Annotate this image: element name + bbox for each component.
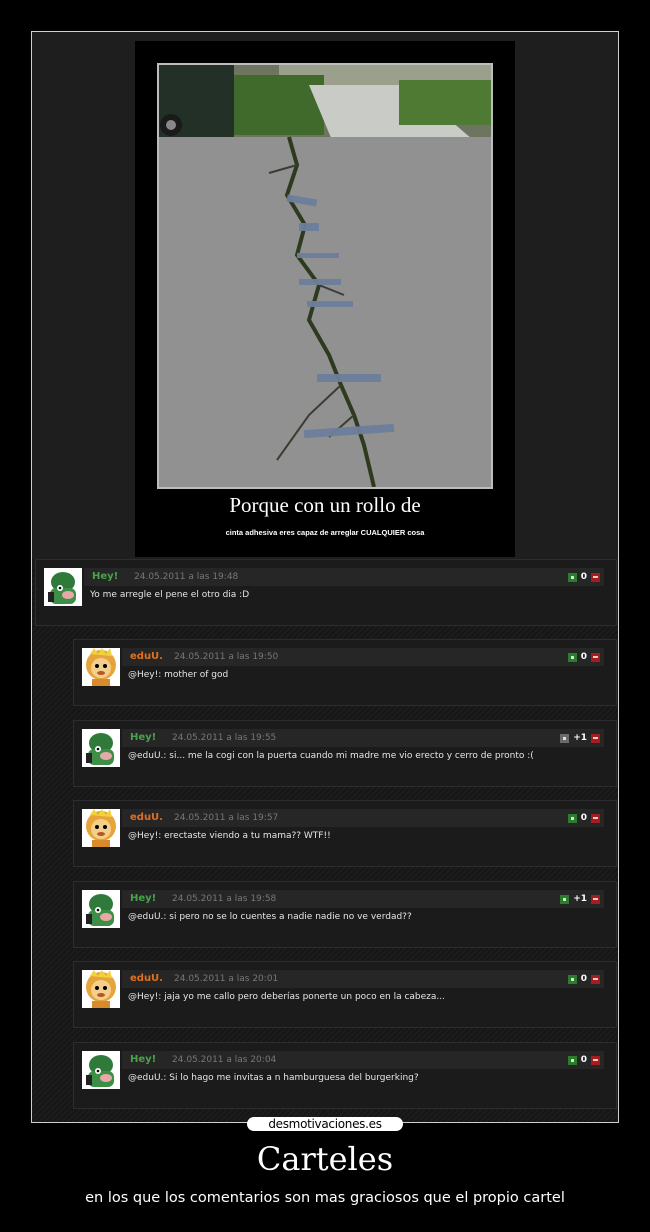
- comment-item: eduU. 24.05.2011 a las 20:01 0 @Hey!: ja…: [73, 961, 617, 1028]
- comment-item: Hey! 24.05.2011 a las 19:48 0 Yo me arre…: [35, 559, 617, 626]
- vote-down-icon[interactable]: [591, 572, 600, 582]
- comment-header: eduU. 24.05.2011 a las 19:57 0: [122, 809, 604, 827]
- vote-up-icon[interactable]: [567, 813, 577, 823]
- vote-controls: 0: [567, 571, 600, 583]
- comment-username[interactable]: Hey!: [92, 571, 118, 582]
- comment-item: Hey! 24.05.2011 a las 19:58 +1 @eduU.: s…: [73, 881, 617, 948]
- comment-date: 24.05.2011 a las 19:55: [172, 733, 277, 743]
- comment-header: Hey! 24.05.2011 a las 19:48 0: [84, 568, 604, 586]
- vote-controls: 0: [567, 651, 600, 663]
- comment-username[interactable]: eduU.: [130, 973, 163, 984]
- comment-text: @eduU.: si... me la cogi con la puerta c…: [128, 751, 534, 761]
- comment-text: @Hey!: jaja yo me callo pero deberías po…: [128, 992, 446, 1002]
- comment-text: @eduU.: Si lo hago me invitas a n hambur…: [128, 1073, 419, 1083]
- comment-date: 24.05.2011 a las 20:04: [172, 1055, 277, 1065]
- vote-down-icon[interactable]: [591, 813, 600, 823]
- vote-down-icon[interactable]: [591, 974, 600, 984]
- vote-controls: 0: [567, 1054, 600, 1066]
- poster-frame: Porque con un rollo de cinta adhesiva er…: [31, 31, 619, 1123]
- comment-score: +1: [573, 894, 587, 904]
- comment-item: Hey! 24.05.2011 a las 19:55 +1 @eduU.: s…: [73, 720, 617, 787]
- caption-title: Carteles: [256, 1140, 394, 1178]
- comment-score: 0: [580, 974, 587, 984]
- vote-controls: 0: [567, 812, 600, 824]
- comment-text: Yo me arregle el pene el otro dia :D: [90, 590, 250, 600]
- comment-score: 0: [580, 572, 587, 582]
- vote-up-icon[interactable]: [567, 1055, 577, 1065]
- avatar[interactable]: [82, 729, 120, 767]
- vote-up-icon[interactable]: [567, 974, 577, 984]
- comment-score: 0: [580, 1055, 587, 1065]
- comment-date: 24.05.2011 a las 20:01: [174, 974, 279, 984]
- comment-score: +1: [573, 733, 587, 743]
- comment-username[interactable]: Hey!: [130, 893, 156, 904]
- comment-score: 0: [580, 652, 587, 662]
- avatar[interactable]: [82, 648, 120, 686]
- caption-subtitle: en los que los comentarios son mas graci…: [85, 1190, 565, 1206]
- comment-text: @Hey!: mother of god: [128, 670, 229, 680]
- comment-header: Hey! 24.05.2011 a las 19:55 +1: [122, 729, 604, 747]
- vote-down-icon[interactable]: [591, 652, 600, 662]
- comment-date: 24.05.2011 a las 19:58: [172, 894, 277, 904]
- comment-header: Hey! 24.05.2011 a las 20:04 0: [122, 1051, 604, 1069]
- vote-up-icon[interactable]: [560, 733, 570, 743]
- poster-title: Porque con un rollo de: [229, 493, 421, 517]
- avatar[interactable]: [82, 1051, 120, 1089]
- vote-up-icon[interactable]: [567, 572, 577, 582]
- comment-username[interactable]: eduU.: [130, 812, 163, 823]
- vote-up-icon[interactable]: [567, 652, 577, 662]
- vote-down-icon[interactable]: [591, 894, 600, 904]
- comment-date: 24.05.2011 a las 19:50: [174, 652, 279, 662]
- comment-header: Hey! 24.05.2011 a las 19:58 +1: [122, 890, 604, 908]
- vote-controls: 0: [567, 973, 600, 985]
- avatar[interactable]: [44, 568, 82, 606]
- vote-down-icon[interactable]: [591, 733, 600, 743]
- vote-up-icon[interactable]: [560, 894, 570, 904]
- comment-item: eduU. 24.05.2011 a las 19:50 0 @Hey!: mo…: [73, 639, 617, 706]
- comment-username[interactable]: Hey!: [130, 732, 156, 743]
- comments-section: Hey! 24.05.2011 a las 19:48 0 Yo me arre…: [32, 559, 618, 1122]
- comment-text: @Hey!: erectaste viendo a tu mama?? WTF!…: [128, 831, 331, 841]
- comment-header: eduU. 24.05.2011 a las 20:01 0: [122, 970, 604, 988]
- comment-score: 0: [580, 813, 587, 823]
- comment-username[interactable]: eduU.: [130, 651, 163, 662]
- comment-item: eduU. 24.05.2011 a las 19:57 0 @Hey!: er…: [73, 800, 617, 867]
- comment-date: 24.05.2011 a las 19:57: [174, 813, 279, 823]
- poster-photo: [157, 63, 493, 489]
- site-logo[interactable]: desmotivaciones.es: [247, 1117, 403, 1131]
- comment-item: Hey! 24.05.2011 a las 20:04 0 @eduU.: Si…: [73, 1042, 617, 1109]
- demotivational-poster[interactable]: Porque con un rollo de cinta adhesiva er…: [135, 41, 515, 557]
- avatar[interactable]: [82, 970, 120, 1008]
- avatar[interactable]: [82, 809, 120, 847]
- poster-subtitle: cinta adhesiva eres capaz de arreglar CU…: [225, 528, 425, 537]
- avatar[interactable]: [82, 890, 120, 928]
- comment-username[interactable]: Hey!: [130, 1054, 156, 1065]
- comment-date: 24.05.2011 a las 19:48: [134, 572, 239, 582]
- comment-text: @eduU.: si pero no se lo cuentes a nadie…: [128, 912, 412, 922]
- vote-controls: +1: [560, 732, 600, 744]
- vote-down-icon[interactable]: [591, 1055, 600, 1065]
- vote-controls: +1: [560, 893, 600, 905]
- comment-header: eduU. 24.05.2011 a las 19:50 0: [122, 648, 604, 666]
